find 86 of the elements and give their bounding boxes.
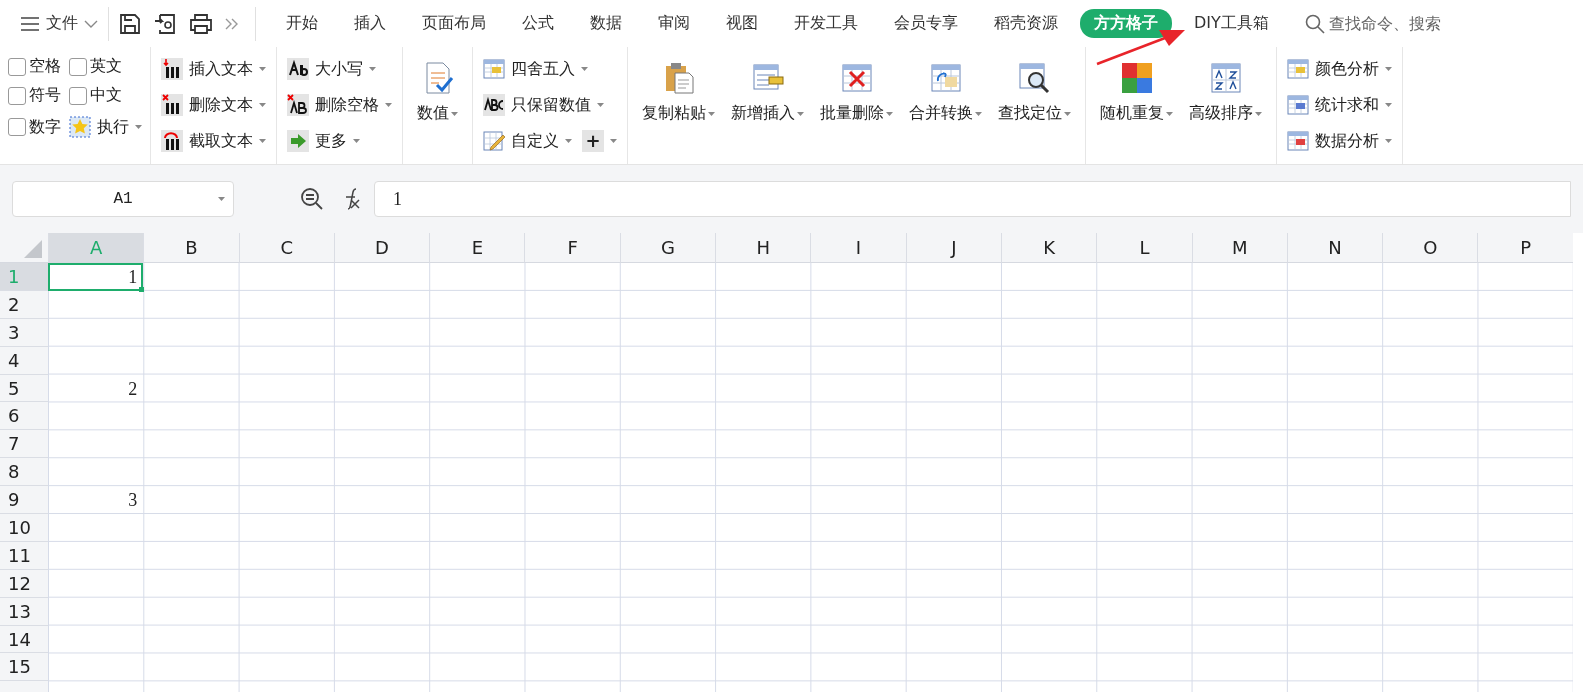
ribbon-tab[interactable]: 开始 [272,9,332,38]
export-icon[interactable] [153,11,177,36]
text-icon [483,94,505,116]
save-icon[interactable] [119,12,141,35]
ribbon-button[interactable]: 数值 [411,53,464,164]
ribbon-tab[interactable]: 视图 [712,9,772,38]
caret-icon [218,197,225,201]
ribbon-button[interactable]: 插入文本 [159,53,268,85]
text-icon [287,94,309,116]
checkbox[interactable]: 中文 [69,85,142,106]
table-cross-icon [839,61,874,95]
more-icon[interactable] [225,17,239,30]
column-header[interactable]: I [810,233,906,263]
bars-icon [161,58,183,80]
ribbon-button[interactable]: 合并转换 [903,53,988,164]
ribbon-button[interactable]: 随机重复 [1094,53,1179,164]
pencil-icon [483,130,505,152]
search-icon [1304,13,1325,34]
column-header[interactable]: O [1382,233,1478,263]
menu-icon [20,15,40,32]
checkbox[interactable]: 符号 [8,85,61,106]
ribbon-button[interactable]: 更多 [285,125,394,157]
column-header[interactable]: P [1477,233,1573,263]
ribbon-tab[interactable]: 审阅 [644,9,704,38]
zoom-icon[interactable] [300,187,324,211]
cell-value: 2 [128,379,138,400]
ribbon-button[interactable]: 大小写 [285,53,394,85]
ribbon-tab[interactable]: 公式 [508,9,568,38]
ribbon-button[interactable]: 复制粘贴 [636,53,721,164]
ribbon-button[interactable]: 删除文本 [159,89,268,121]
ribbon-button[interactable]: 高级排序 [1183,53,1268,164]
formula-field[interactable]: 1 [374,181,1571,217]
table-icon [1287,130,1309,152]
cell-value: 1 [128,268,138,288]
file-menu[interactable]: 文件 [20,13,98,34]
ribbon-button[interactable]: 自定义 [481,125,574,157]
cell-value: 3 [128,491,138,511]
ribbon-button[interactable]: 新增插入 [725,53,810,164]
chevron-icon [84,19,98,28]
column-header[interactable]: M [1191,233,1287,263]
ribbon-tab[interactable]: 开发工具 [780,9,872,38]
table-icon [1287,94,1309,116]
bars-icon [161,130,183,152]
ribbon-tab[interactable]: 稻壳资源 [980,9,1072,38]
table-icon [1208,61,1243,95]
column-header[interactable]: C [238,233,334,263]
ribbon-button[interactable]: 截取文本 [159,125,268,157]
ribbon-tab[interactable]: 插入 [340,9,400,38]
ribbon-button[interactable]: 批量删除 [814,53,899,164]
column-header[interactable]: B [143,233,239,263]
ribbon-button[interactable]: 删除空格 [285,89,394,121]
column-header[interactable]: F [524,233,620,263]
ribbon-button[interactable]: 只保留数值 [481,89,619,121]
bars-icon [161,94,183,116]
column-header[interactable]: E [429,233,525,263]
column-header[interactable]: G [619,233,716,263]
column-header[interactable]: K [1000,233,1097,263]
checkbox[interactable]: 英文 [69,56,142,77]
ribbon-tab[interactable]: 会员专享 [880,9,972,38]
checkbox[interactable]: 空格 [8,56,61,77]
text-icon [287,58,309,80]
column-header[interactable]: D [333,233,430,263]
column-header[interactable]: J [905,233,1001,263]
ribbon-button[interactable]: 四舍五入 [481,53,619,85]
search-field[interactable]: 查找命令、搜索 [1304,13,1583,34]
ribbon-button[interactable]: 查找定位 [992,53,1077,164]
column-header[interactable]: N [1286,233,1383,263]
ribbon-button[interactable]: 执行 [69,114,142,140]
table-icon [928,61,963,95]
grid-icon [1119,61,1154,95]
ribbon-tab[interactable]: 数据 [576,9,636,38]
name-box[interactable]: A1 [12,181,234,217]
ribbon-tab[interactable]: 页面布局 [408,9,500,38]
add-button[interactable]: + [580,125,619,157]
table-icon [1287,58,1309,80]
print-icon[interactable] [189,12,213,35]
table-icon [483,58,505,80]
ribbon-button[interactable]: 数据分析 [1285,125,1394,157]
magnifier-icon [1017,61,1052,95]
column-header[interactable]: H [715,233,811,263]
fill-handle[interactable] [139,286,145,292]
checkbox[interactable]: 数字 [8,114,61,140]
ribbon-button[interactable]: 颜色分析 [1285,53,1394,85]
ribbon-tab[interactable]: DIY工具箱 [1180,9,1283,38]
column-header[interactable]: L [1096,233,1192,263]
ribbon-button[interactable]: 统计求和 [1285,89,1394,121]
